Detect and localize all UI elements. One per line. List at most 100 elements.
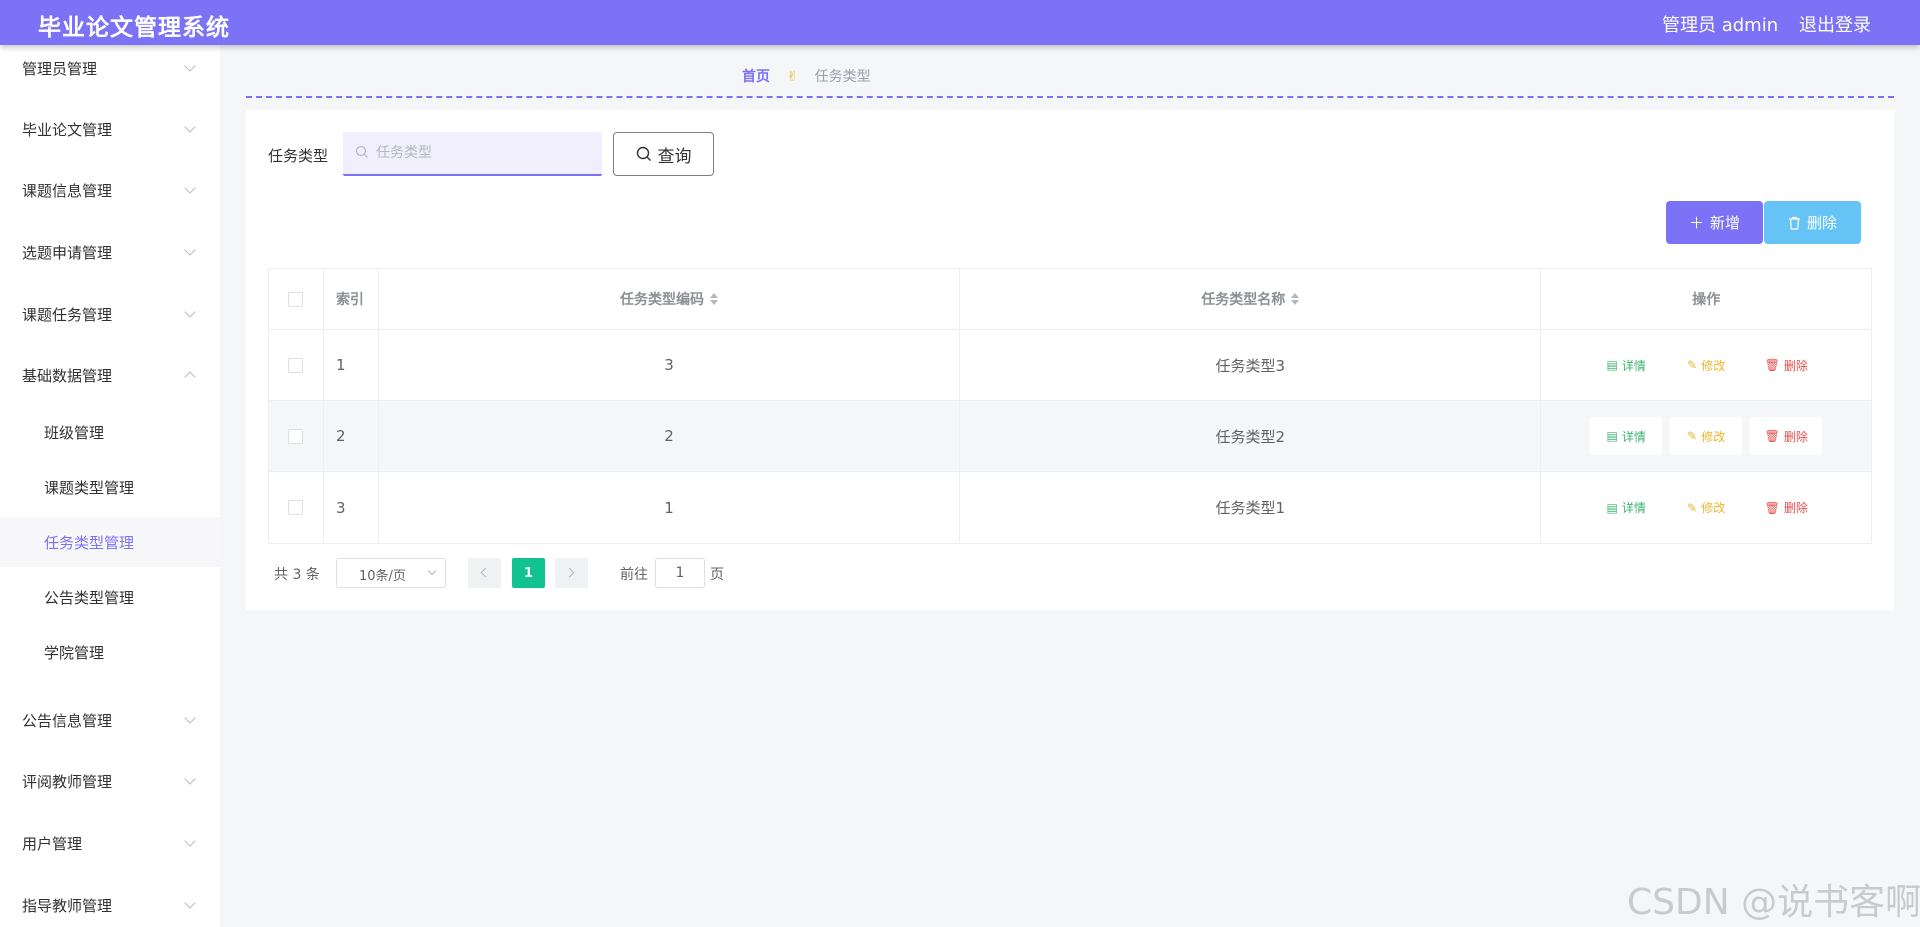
chevron-down-icon	[184, 712, 196, 724]
column-header-code-label: 任务类型编码	[620, 292, 705, 308]
remove-button[interactable]: 🗑 删除	[1750, 417, 1823, 455]
document-icon: ▤	[1606, 500, 1618, 515]
chevron-down-icon	[427, 566, 437, 576]
sidebar-item-base-data[interactable]: 基础数据管理	[0, 354, 220, 396]
current-user[interactable]: 管理员 admin	[1662, 11, 1778, 37]
column-header-name[interactable]: 任务类型名称	[960, 269, 1542, 329]
sidebar-item-label: 选题申请管理	[22, 244, 113, 262]
sidebar-item-label: 管理员管理	[22, 60, 98, 78]
sidebar-item-label: 课题信息管理	[22, 182, 113, 200]
batch-delete-button[interactable]: 删除	[1764, 201, 1861, 244]
query-button-label: 查询	[657, 146, 692, 167]
goto-page-input[interactable]	[655, 558, 705, 588]
sort-icon[interactable]	[1291, 293, 1300, 305]
prev-page-button[interactable]	[468, 558, 501, 588]
sidebar-item-label: 毕业论文管理	[22, 121, 113, 139]
cell-index: 2	[324, 401, 379, 471]
sidebar-item-topic-apply[interactable]: 选题申请管理	[0, 231, 220, 273]
query-button[interactable]: 查询	[613, 132, 714, 176]
trash-icon: 🗑	[1764, 429, 1780, 443]
sidebar-subitem-college[interactable]: 学院管理	[0, 627, 220, 677]
edit-label: 修改	[1701, 358, 1726, 373]
remove-label: 删除	[1783, 501, 1808, 515]
chevron-down-icon	[184, 773, 196, 785]
edit-button[interactable]: ✎ 修改	[1670, 417, 1743, 455]
sidebar-item-thesis[interactable]: 毕业论文管理	[0, 108, 220, 150]
pencil-icon: ✎	[1687, 358, 1698, 372]
sidebar-item-topic-info[interactable]: 课题信息管理	[0, 169, 220, 211]
sidebar-subitem-notice-type[interactable]: 公告类型管理	[0, 572, 220, 622]
column-header-name-label: 任务类型名称	[1201, 292, 1286, 308]
cell-index: 3	[324, 472, 379, 543]
row-checkbox[interactable]	[288, 357, 304, 373]
page-suffix: 页	[710, 567, 724, 583]
sidebar-subitem-label: 学院管理	[44, 644, 105, 662]
add-button[interactable]: ＋ 新增	[1666, 201, 1763, 244]
sidebar-subitem-task-type[interactable]: 任务类型管理	[0, 517, 220, 567]
sidebar-item-admin[interactable]: 管理员管理	[0, 47, 220, 89]
chevron-down-icon	[184, 835, 196, 847]
edit-button[interactable]: ✎ 修改	[1670, 489, 1742, 527]
table-row: 2 2 任务类型2 ▤ 详情 ✎ 修改 🗑 删除	[269, 401, 1871, 472]
detail-button[interactable]: ▤ 详情	[1590, 346, 1662, 384]
sidebar-subitem-class[interactable]: 班级管理	[0, 407, 220, 457]
chevron-down-icon	[184, 244, 196, 256]
row-checkbox[interactable]	[288, 428, 304, 444]
cell-name: 任务类型3	[960, 330, 1542, 400]
row-check-cell	[269, 401, 324, 471]
sidebar-item-user[interactable]: 用户管理	[0, 822, 220, 864]
sidebar-item-reviewer[interactable]: 评阅教师管理	[0, 760, 220, 802]
page-number-current[interactable]: 1	[512, 558, 545, 588]
sidebar-subitem-label: 任务类型管理	[44, 534, 135, 552]
next-page-button[interactable]	[555, 558, 588, 588]
pagination-total: 共 3 条	[274, 567, 320, 583]
chevron-up-icon	[184, 371, 196, 383]
sidebar-item-label: 基础数据管理	[22, 367, 113, 385]
divider	[246, 96, 1894, 98]
sidebar-item-label: 评阅教师管理	[22, 773, 113, 791]
trash-icon: 🗑	[1764, 500, 1780, 515]
cell-name: 任务类型2	[960, 401, 1542, 471]
search-field[interactable]	[343, 132, 602, 176]
row-checkbox[interactable]	[288, 500, 304, 515]
edit-button[interactable]: ✎ 修改	[1670, 346, 1742, 384]
remove-button[interactable]: 🗑 删除	[1750, 346, 1822, 384]
sidebar-item-label: 课题任务管理	[22, 306, 113, 324]
select-all-cell	[269, 269, 324, 329]
sort-icon[interactable]	[710, 293, 719, 305]
sidebar-subitem-label: 公告类型管理	[44, 589, 135, 607]
sidebar: 管理员管理 毕业论文管理 课题信息管理 选题申请管理 课题任务管理 基础数据管理…	[0, 45, 220, 927]
victory-hand-icon: ✌	[786, 69, 799, 85]
search-input[interactable]	[376, 140, 586, 166]
sidebar-item-notice[interactable]: 公告信息管理	[0, 699, 220, 741]
logout-link[interactable]: 退出登录	[1799, 11, 1871, 37]
trash-icon	[1788, 216, 1800, 230]
pencil-icon: ✎	[1687, 500, 1698, 515]
remove-label: 删除	[1783, 429, 1808, 444]
select-all-checkbox[interactable]	[288, 291, 304, 307]
row-check-cell	[269, 330, 324, 400]
cell-name: 任务类型1	[960, 472, 1542, 543]
detail-label: 详情	[1621, 501, 1646, 515]
page-size-select[interactable]: 10条/页	[336, 558, 446, 588]
remove-label: 删除	[1783, 358, 1808, 373]
cell-code: 3	[379, 330, 961, 400]
detail-button[interactable]: ▤ 详情	[1590, 489, 1662, 527]
column-header-code[interactable]: 任务类型编码	[379, 269, 961, 329]
table-header-row: 索引 任务类型编码 任务类型名称 操作	[269, 269, 1871, 330]
search-label: 任务类型	[268, 147, 329, 165]
column-header-index: 索引	[324, 269, 379, 329]
cell-index: 1	[324, 330, 379, 400]
detail-label: 详情	[1621, 358, 1646, 373]
breadcrumb-home[interactable]: 首页	[742, 69, 770, 85]
sidebar-subitem-topic-type[interactable]: 课题类型管理	[0, 462, 220, 512]
detail-button[interactable]: ▤ 详情	[1590, 417, 1663, 455]
app-title: 毕业论文管理系统	[38, 15, 230, 41]
cell-actions: ▤ 详情 ✎ 修改 🗑 删除	[1541, 330, 1871, 400]
cell-actions: ▤ 详情 ✎ 修改 🗑 删除	[1541, 401, 1871, 471]
sidebar-item-advisor[interactable]: 指导教师管理	[0, 884, 220, 926]
sidebar-item-topic-task[interactable]: 课题任务管理	[0, 293, 220, 335]
remove-button[interactable]: 🗑 删除	[1750, 489, 1822, 527]
breadcrumb: 首页 ✌ 任务类型	[742, 66, 871, 86]
watermark: CSDN @说书客啊	[1627, 882, 1920, 923]
